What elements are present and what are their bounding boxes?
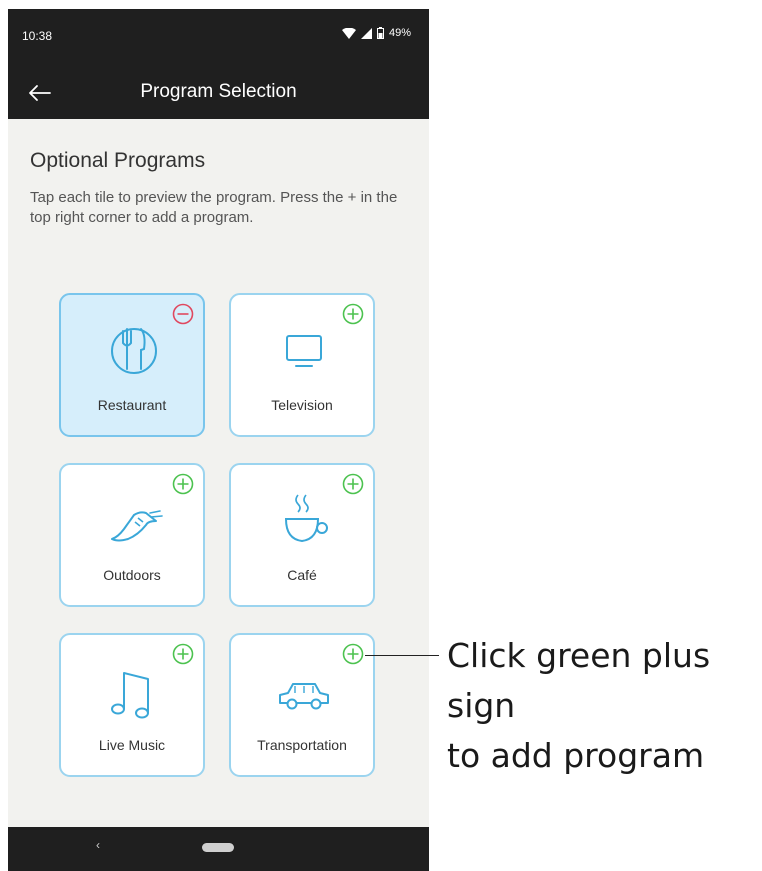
tile-label: Outdoors [103, 567, 161, 583]
nav-home-button[interactable] [202, 843, 234, 852]
system-nav-bar: ‹ [8, 827, 429, 871]
status-bar: 10:38 49% [8, 9, 429, 67]
tile-label: Restaurant [97, 397, 167, 413]
fork-knife-icon [111, 328, 157, 374]
app-bar: Program Selection [8, 67, 429, 119]
phone-screen: 10:38 49% Program Selection Optional Pro… [8, 9, 429, 871]
tile-cafe[interactable]: Café [229, 463, 375, 607]
tile-label: Transportation [257, 737, 347, 753]
wifi-icon [341, 27, 356, 39]
add-icon[interactable] [342, 643, 364, 665]
tile-label: Café [287, 567, 317, 583]
add-icon[interactable] [172, 473, 194, 495]
status-time: 10:38 [22, 29, 53, 43]
tile-television[interactable]: Television [229, 293, 375, 437]
car-icon [279, 683, 329, 710]
music-note-icon [111, 672, 149, 719]
section-description: Tap each tile to preview the program. Pr… [30, 189, 398, 226]
add-icon[interactable] [342, 473, 364, 495]
main-content: Optional Programs Tap each tile to previ… [8, 119, 429, 827]
battery-icon [376, 27, 384, 39]
tile-live-music[interactable]: Live Music [59, 633, 205, 777]
section-title: Optional Programs [30, 149, 206, 172]
add-icon[interactable] [342, 303, 364, 325]
battery-percent: 49% [388, 27, 411, 39]
annotation-text: Click green plus sign to add program [447, 636, 711, 775]
tile-label: Television [271, 397, 333, 413]
tile-label: Live Music [98, 737, 166, 753]
running-shoe-icon [111, 510, 163, 542]
signal-icon [360, 27, 372, 39]
annotation-line [365, 655, 439, 656]
status-icons: 49% [341, 27, 411, 39]
tile-outdoors[interactable]: Outdoors [59, 463, 205, 607]
nav-back-icon[interactable]: ‹ [96, 838, 100, 852]
tile-transportation[interactable]: Transportation [229, 633, 375, 777]
remove-icon[interactable] [172, 303, 194, 325]
page-title: Program Selection [140, 81, 297, 102]
tile-restaurant[interactable]: Restaurant [59, 293, 205, 437]
television-icon [286, 335, 322, 367]
add-icon[interactable] [172, 643, 194, 665]
coffee-cup-icon [284, 494, 328, 543]
